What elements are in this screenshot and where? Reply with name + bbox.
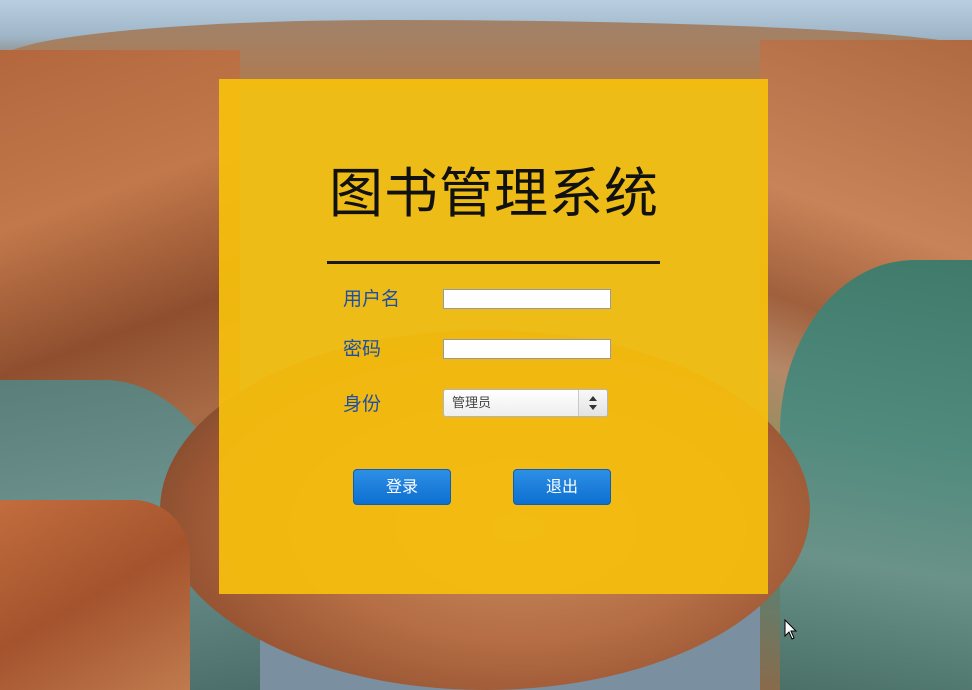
role-select-value: 管理员	[452, 396, 492, 411]
password-label: 密码	[343, 338, 382, 360]
updown-arrows-icon	[589, 396, 597, 410]
title-divider	[327, 261, 660, 264]
username-label: 用户名	[343, 288, 401, 310]
exit-button[interactable]: 退出	[513, 469, 611, 505]
login-button[interactable]: 登录	[353, 469, 451, 505]
username-input[interactable]	[443, 289, 611, 309]
login-panel: 图书管理系统 用户名 密码 身份 管理员 登录 退出	[219, 79, 768, 594]
login-screen: 图书管理系统 用户名 密码 身份 管理员 登录 退出	[0, 0, 972, 690]
password-input[interactable]	[443, 339, 611, 359]
background-rock	[0, 500, 190, 690]
role-label: 身份	[343, 393, 382, 415]
mouse-pointer-icon	[784, 619, 798, 640]
role-select[interactable]: 管理员	[443, 389, 608, 417]
select-arrow-button[interactable]	[578, 390, 607, 416]
page-title: 图书管理系统	[329, 162, 659, 225]
background-river-right	[780, 260, 972, 690]
